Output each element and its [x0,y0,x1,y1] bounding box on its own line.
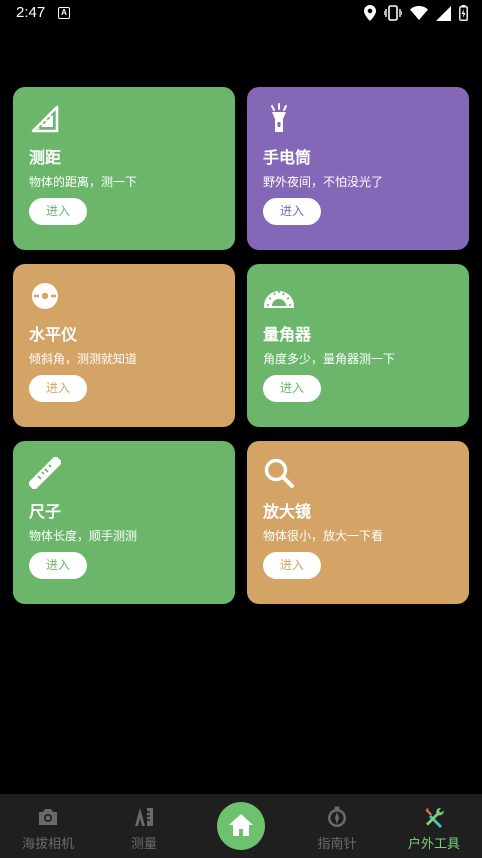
compass-icon [328,806,346,827]
tab-measure[interactable]: 测量 [96,794,192,858]
status-bar: 2:47 A [0,0,482,28]
enter-magnifier-button[interactable]: 进入 [263,552,321,579]
card-protractor[interactable]: 量角器 角度多少，量角器测一下 进入 [247,264,469,427]
tab-label: 测量 [130,837,157,852]
battery-icon [459,5,468,21]
enter-distance-button[interactable]: 进入 [29,198,87,225]
home-button[interactable] [217,802,265,850]
card-title: 测距 [29,148,62,167]
card-description: 角度多少，量角器测一下 [263,352,396,366]
signal-icon [436,5,451,21]
level-icon [32,283,58,309]
card-description: 野外夜间，不怕没光了 [263,175,384,189]
tab-altitude-camera[interactable]: 海拔相机 [0,794,96,858]
home-icon [229,814,253,836]
wifi-icon [410,6,428,20]
card-ruler[interactable]: 尺子 物体长度，顺手测测 进入 [13,441,235,604]
card-magnifier[interactable]: 放大镜 物体很小，放大一下看 进入 [247,441,469,604]
camera-icon [39,809,57,825]
notification-a-icon: A [58,7,70,19]
enter-flashlight-button[interactable]: 进入 [263,198,321,225]
measure-icon [135,808,153,826]
card-description: 物体长度，顺手测测 [29,529,138,543]
card-level[interactable]: 水平仪 倾斜角，测测就知道 进入 [13,264,235,427]
protractor-icon [264,291,294,308]
card-title: 水平仪 [29,325,78,344]
tab-compass[interactable]: 指南针 [289,794,385,858]
card-title: 放大镜 [263,502,312,521]
card-description: 物体很小，放大一下看 [263,529,384,543]
card-description: 物体的距离，测一下 [29,175,138,189]
flashlight-icon [271,103,287,132]
tab-outdoor-tools[interactable]: 户外工具 [386,794,482,858]
tab-label: 指南针 [317,837,357,852]
location-icon [364,5,376,21]
magnifier-icon [264,458,294,488]
tools-icon [425,807,444,828]
enter-level-button[interactable]: 进入 [29,375,87,402]
tab-label: 海拔相机 [21,837,74,852]
card-description: 倾斜角，测测就知道 [29,352,138,366]
card-title: 尺子 [29,502,62,521]
card-flashlight[interactable]: 手电筒 野外夜间，不怕没光了 进入 [247,87,469,250]
status-icons [364,5,468,21]
status-time: 2:47 [16,4,46,21]
enter-protractor-button[interactable]: 进入 [263,375,321,402]
ruler-triangle-icon [31,105,59,133]
enter-ruler-button[interactable]: 进入 [29,552,87,579]
card-distance[interactable]: 测距 物体的距离，测一下 进入 [13,87,235,250]
ruler-icon [29,457,61,489]
tab-label: 户外工具 [407,837,460,852]
card-title: 手电筒 [263,148,312,167]
card-title: 量角器 [263,325,312,344]
vibrate-icon [384,5,402,21]
